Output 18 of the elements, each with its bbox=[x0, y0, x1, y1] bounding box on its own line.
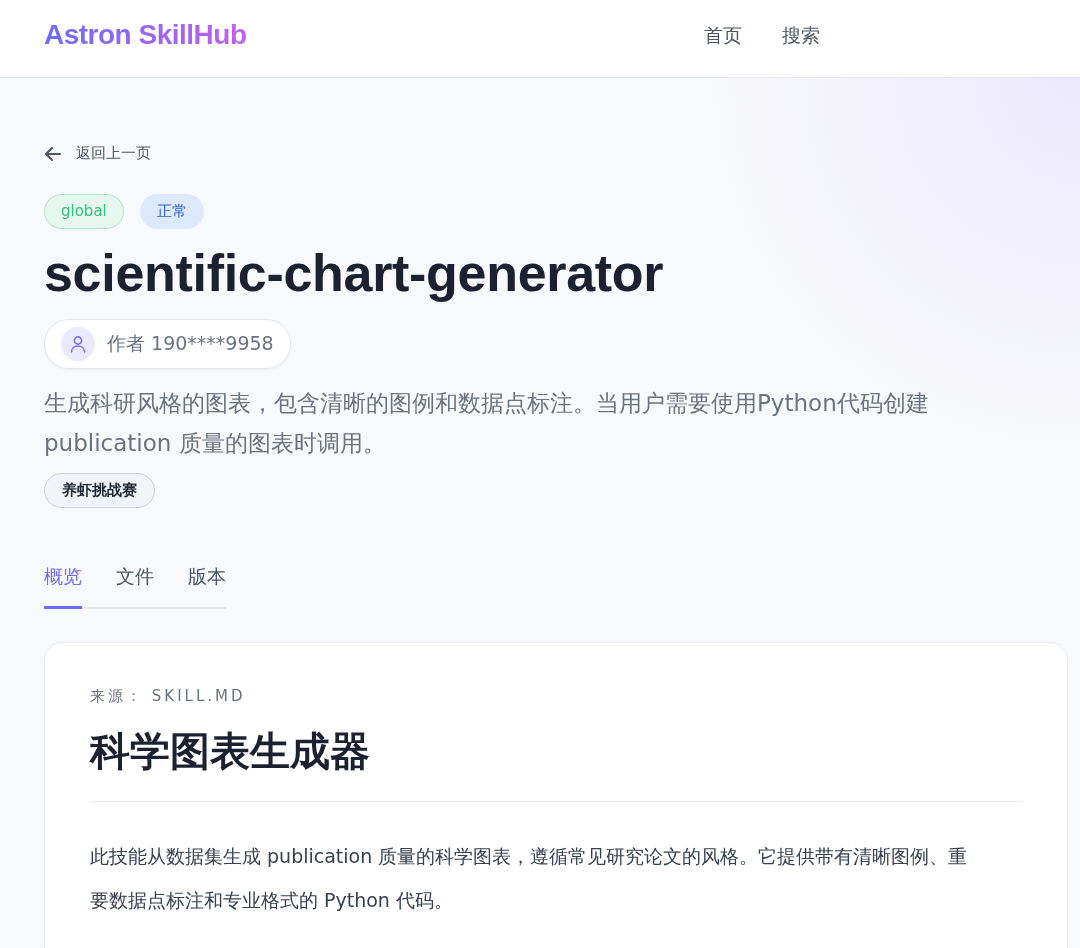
tag: 养虾挑战赛 bbox=[44, 472, 155, 508]
tab[interactable]: 文件 bbox=[116, 563, 154, 609]
doc-paragraph: 此技能从数据集生成 publication 质量的科学图表，遵循常见研究论文的风格。它提供带有清晰图例、重要数据点标注和专业格式的 Python 代码。 bbox=[90, 843, 969, 913]
nav-link[interactable]: 首页 bbox=[704, 22, 742, 49]
back-arrow-icon bbox=[44, 145, 62, 162]
skill-title: scientific-chart-generator bbox=[44, 242, 665, 303]
tab[interactable]: 版本 bbox=[188, 563, 226, 609]
nav-link[interactable]: 搜索 bbox=[782, 22, 820, 49]
doc-heading: 科学图表生成器 bbox=[90, 726, 371, 776]
tab[interactable]: 概览 bbox=[44, 563, 82, 609]
back-label: 返回上一页 bbox=[76, 144, 151, 163]
user-icon bbox=[61, 326, 95, 361]
source-label: 来源： SKILL.MD bbox=[90, 686, 247, 706]
author-name: 作者 190****9958 bbox=[107, 330, 274, 356]
badge: global bbox=[44, 193, 124, 229]
skill-description: 生成科研风格的图表，包含清晰的图例和数据点标注。当用户需要使用Python代码创建publication 质量的图表时调用。 bbox=[44, 388, 930, 458]
back-link[interactable]: 返回上一页 bbox=[44, 144, 151, 163]
badge: 正常 bbox=[139, 193, 204, 229]
